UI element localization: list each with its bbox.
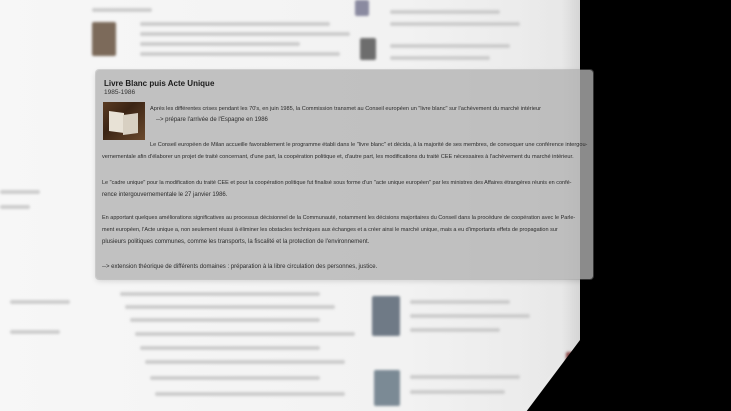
background-text-line [410,390,505,394]
background-text-line [390,22,520,26]
background-text-line [410,328,500,332]
book-page-left [109,110,124,134]
background-thumbnail [360,38,376,60]
background-text-line [140,22,330,26]
background-text-line [140,52,340,56]
background-text-line [410,314,530,318]
event-detail-card[interactable]: Livre Blanc puis Acte Unique 1985-1986 A… [96,70,593,279]
open-book-icon [103,102,145,140]
background-text-line [140,32,350,36]
paragraph-3-line-1: Le "cadre unique" pour la modification d… [102,180,572,186]
background-text-line [10,300,70,304]
paragraph-1-line-1: Après les différentes crises pendant les… [150,106,541,112]
book-page-right [123,112,138,136]
background-text-line [0,205,30,209]
event-title: Livre Blanc puis Acte Unique [104,79,215,88]
paragraph-4-line-2: ment européen, l'Acte unique a, non seul… [102,227,558,233]
background-text-line [120,292,320,296]
paragraph-2-line-2: vernementale afin d'élaborer un projet d… [102,154,574,160]
background-text-line [410,375,520,379]
background-text-line [130,318,320,322]
background-thumbnail [372,296,400,336]
background-text-line [145,360,345,364]
background-thumbnail [355,0,369,16]
background-text-line [125,305,335,309]
screen: Livre Blanc puis Acte Unique 1985-1986 A… [0,0,731,411]
event-years: 1985-1986 [104,89,136,96]
paragraph-4-line-1: En apportant quelques améliorations sign… [102,215,576,221]
background-text-line [390,44,510,48]
background-text-line [135,332,355,336]
paragraph-4-line-3: plusieurs politiques communes, comme les… [102,239,370,245]
background-text-line [140,42,300,46]
background-text-line [92,8,152,12]
paragraph-3-line-2: rence intergouvernementale le 27 janvier… [102,192,228,198]
background-thumbnail [374,370,400,406]
paragraph-5-line-1: --> extension théorique de différents do… [102,264,378,270]
background-text-line [390,10,500,14]
background-text-line [155,392,345,396]
background-text-line [140,346,320,350]
background-text-line [10,330,60,334]
background-text-line [410,300,510,304]
paragraph-2-line-1: Le Conseil européen de Milan accueille f… [150,142,588,148]
paragraph-1-line-2: --> prépare l'arrivée de l'Espagne en 19… [156,117,268,123]
background-text-line [0,190,40,194]
background-thumbnail [92,22,116,56]
background-text-line [390,56,490,60]
background-text-line [150,376,320,380]
